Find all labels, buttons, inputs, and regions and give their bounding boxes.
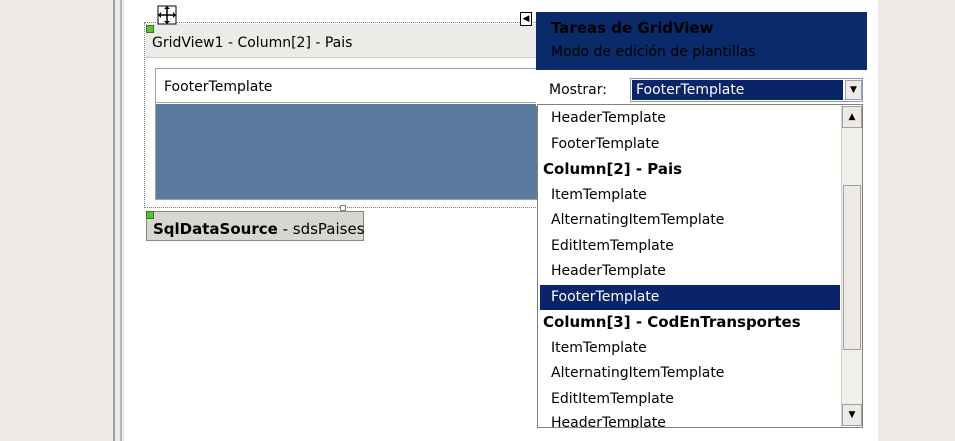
dropdown-option[interactable]: AlternatingItemTemplate <box>540 208 840 233</box>
sqldatasource-control[interactable]: SqlDataSource - sdsPaises <box>146 211 365 241</box>
green-marker-icon <box>146 211 154 219</box>
sqldatasource-type: SqlDataSource <box>153 220 278 238</box>
dropdown-option[interactable]: EditItemTemplate <box>540 387 840 412</box>
dropdown-option[interactable]: HeaderTemplate <box>540 412 840 428</box>
dropdown-option[interactable]: EditItemTemplate <box>540 234 840 259</box>
sqldatasource-separator: - <box>277 220 293 238</box>
dropdown-option[interactable]: HeaderTemplate <box>540 106 840 131</box>
show-label: Mostrar: <box>549 82 607 98</box>
dropdown-option[interactable]: ItemTemplate <box>540 183 840 208</box>
gridview-title: GridView1 - Column[2] - Pais <box>152 35 353 51</box>
dropdown-group-header: Column[2] - Pais <box>543 160 683 178</box>
scroll-down-icon[interactable]: ▼ <box>842 404 862 426</box>
footer-template-drop-area[interactable] <box>156 104 539 199</box>
chevron-down-icon[interactable]: ▼ <box>845 80 862 100</box>
template-select-value[interactable]: FooterTemplate <box>632 80 843 100</box>
green-marker-icon <box>146 25 154 33</box>
designer-left-border <box>113 0 115 441</box>
smart-tag-title: Tareas de GridView <box>551 19 714 37</box>
footer-template-label: FooterTemplate <box>164 79 273 95</box>
scroll-up-icon[interactable]: ▲ <box>842 106 862 128</box>
dropdown-option[interactable]: FooterTemplate <box>540 285 840 310</box>
dropdown-option[interactable]: ItemTemplate <box>540 336 840 361</box>
smart-tag-collapse-icon[interactable]: ◀ <box>520 12 532 26</box>
dropdown-option[interactable]: FooterTemplate <box>540 132 840 157</box>
designer-left-border-inner <box>120 0 122 441</box>
dropdown-group-header: Column[3] - CodEnTransportes <box>543 313 801 331</box>
dropdown-option[interactable]: HeaderTemplate <box>540 259 840 284</box>
dropdown-option[interactable]: AlternatingItemTemplate <box>540 361 840 386</box>
move-arrows-icon[interactable] <box>156 4 178 26</box>
scrollbar-thumb[interactable] <box>843 185 861 350</box>
smart-tag-subtitle: Modo de edición de plantillas <box>551 44 756 60</box>
sqldatasource-id: sdsPaises <box>292 220 365 238</box>
